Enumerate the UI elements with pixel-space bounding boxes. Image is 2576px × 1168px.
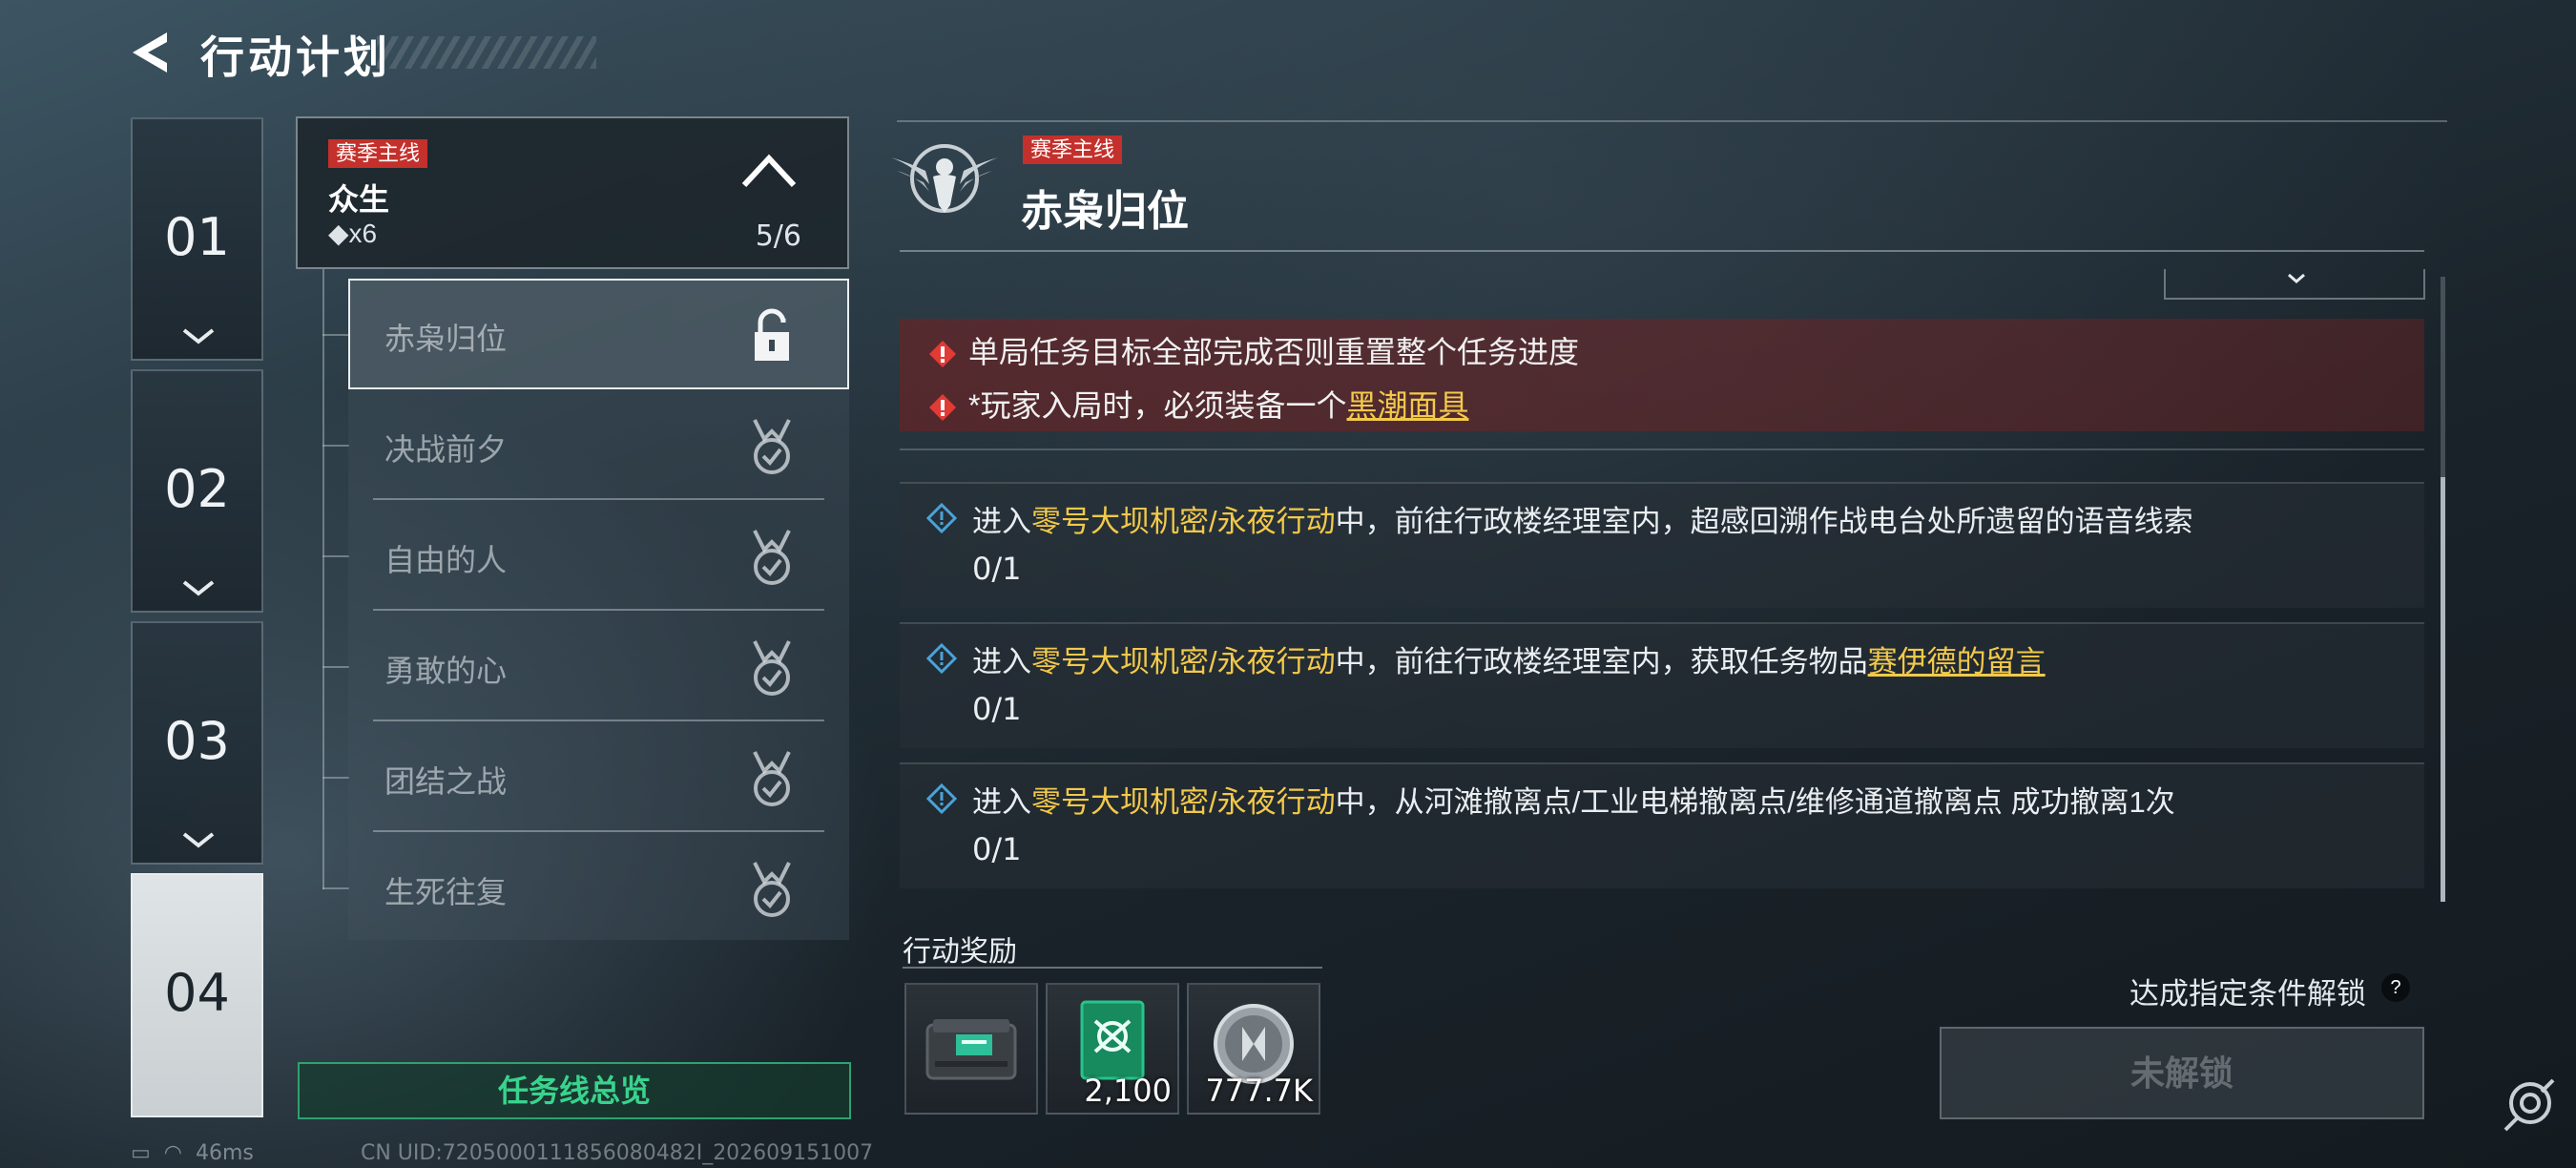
eagle-emblem-icon [891,144,998,213]
tree-connector [322,777,349,779]
target-settings-icon[interactable] [2498,1074,2559,1136]
season-main-tag: 赛季主线 [1023,136,1123,164]
chevron-down-icon [182,832,215,848]
chapter-number: 03 [164,711,230,771]
season-main-tag: 赛季主线 [328,139,428,168]
warning-line: 单局任务目标全部完成否则重置整个任务进度 [928,328,1579,372]
tree-connector [322,269,324,889]
map-name-highlight: 零号大坝机密/永夜行动 [1031,645,1336,678]
objective-count: 0/1 [972,551,1022,587]
mission-title: 赤枭归位 [1021,188,1189,235]
ping-text: 46ms [196,1141,254,1165]
objective-row: 进入零号大坝机密/永夜行动中，前往行政楼经理室内，超感回溯作战电台处所遗留的语音… [900,482,2424,608]
chapter-tab-02[interactable]: 02 [131,369,263,613]
mission-item[interactable]: 团结之战 [348,721,849,832]
objective-text: 进入零号大坝机密/永夜行动中，前往行政楼经理室内，超感回溯作战电台处所遗留的语音… [972,505,2193,538]
chapter-number: 01 [164,207,230,267]
scrollbar-thumb[interactable] [2441,477,2445,902]
warning-text: 单局任务目标全部完成否则重置整个任务进度 [968,335,1580,369]
back-arrow-icon[interactable] [129,29,177,76]
chevron-down-icon [182,328,215,344]
completed-medal-icon [753,530,791,585]
unlock-condition-hint: 达成指定条件解锁 [2129,977,2366,1011]
reward-quantity: 777.7K [1205,1073,1313,1109]
mission-label: 团结之战 [384,764,508,799]
tree-connector [322,666,349,668]
mission-label: 决战前夕 [384,432,508,467]
completed-medal-icon [753,419,791,474]
help-icon[interactable]: ? [2381,973,2410,1002]
questline-overview-button[interactable]: 任务线总览 [298,1062,851,1119]
loot-box-icon [925,1019,1017,1080]
objective-row: 进入零号大坝机密/永夜行动中，前往行政楼经理室内，获取任务物品赛伊德的留言 0/… [900,622,2424,748]
mission-list: 赤枭归位 决战前夕 自由的人 勇敢的心 团结之战 生死往复 [348,279,849,940]
battery-icon: ▭ [131,1141,151,1165]
objective-row: 进入零号大坝机密/永夜行动中，从河滩撤离点/工业电梯撤离点/维修通道撤离点 成功… [900,762,2424,888]
reward-item[interactable]: 777.7K [1187,983,1320,1115]
tree-connector [322,887,349,889]
mission-label: 赤枭归位 [384,322,508,356]
status-bar: ▭ ◠ 46ms [131,1141,267,1165]
questline-name: 众生 [328,182,390,217]
completed-medal-icon [753,640,791,696]
divider [900,448,2424,450]
chevron-down-icon [2288,273,2305,283]
objective-count: 0/1 [972,831,1022,867]
expand-dropdown[interactable] [2164,269,2425,300]
completed-medal-icon [753,751,791,806]
mission-item[interactable]: 勇敢的心 [348,611,849,721]
required-item-link[interactable]: 黑潮面具 [1346,388,1468,423]
uid-text: CN UID:7205000111856080482I_202609151007 [361,1141,874,1165]
completed-medal-icon [753,862,791,917]
mission-label: 自由的人 [384,543,508,577]
chapter-tab-01[interactable]: 01 [131,117,263,361]
quest-item-link[interactable]: 赛伊德的留言 [1868,645,2046,678]
tree-connector [322,445,349,447]
map-name-highlight: 零号大坝机密/永夜行动 [1031,785,1336,819]
objective-diamond-icon [926,783,957,814]
warning-line: *玩家入局时，必须装备一个黑潮面具 [928,382,1468,426]
chapter-tab-03[interactable]: 03 [131,621,263,865]
warning-text: *玩家入局时，必须装备一个 [968,388,1347,423]
locked-action-button[interactable]: 未解锁 [1940,1027,2424,1119]
chapter-tab-04[interactable]: 04 [131,873,263,1117]
mission-label: 勇敢的心 [384,654,508,688]
objective-diamond-icon [926,503,957,533]
chapter-number: 02 [164,459,230,519]
warning-box: 单局任务目标全部完成否则重置整个任务进度 *玩家入局时，必须装备一个黑潮面具 [900,319,2424,431]
mission-item-selected[interactable]: 赤枭归位 [348,279,849,389]
chevron-down-icon [182,580,215,596]
divider [900,250,2424,252]
unlock-icon [755,308,789,361]
reward-item[interactable]: 2,100 [1046,983,1179,1115]
rewards-title: 行动奖励 [903,936,1017,968]
map-name-highlight: 零号大坝机密/永夜行动 [1031,505,1336,538]
title-decoration [377,36,596,69]
objective-text: 进入零号大坝机密/永夜行动中，从河滩撤离点/工业电梯撤离点/维修通道撤离点 成功… [972,785,2175,819]
warning-icon [929,394,956,421]
questline-card[interactable]: 赛季主线 众生 ◆x6 5/6 [296,116,849,269]
questline-progress: 5/6 [755,219,801,253]
mission-label: 生死往复 [384,875,508,909]
chevron-up-icon[interactable] [738,147,800,195]
questline-reward: ◆x6 [328,219,378,248]
divider [897,120,2447,122]
objective-diamond-icon [926,643,957,674]
mission-item[interactable]: 决战前夕 [348,389,849,500]
divider [903,967,1322,969]
mission-item[interactable]: 自由的人 [348,500,849,611]
wifi-icon: ◠ [163,1141,182,1165]
warning-icon [929,341,956,367]
tree-connector [322,334,349,336]
reward-quantity: 2,100 [1084,1073,1172,1109]
mission-item[interactable]: 生死往复 [348,832,849,943]
chapter-number: 04 [164,963,230,1023]
reward-item[interactable] [904,983,1038,1115]
page-title: 行动计划 [200,32,391,82]
tree-connector [322,555,349,557]
objective-text: 进入零号大坝机密/永夜行动中，前往行政楼经理室内，获取任务物品赛伊德的留言 [972,645,2046,678]
objective-count: 0/1 [972,691,1022,727]
